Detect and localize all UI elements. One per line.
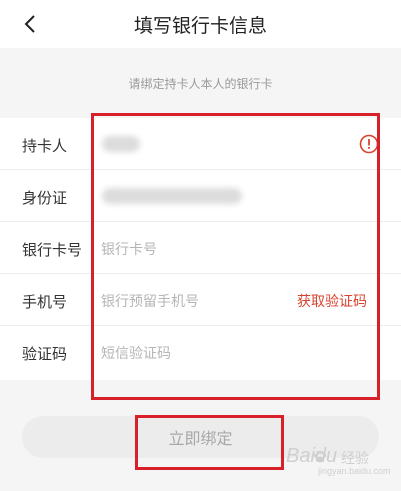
annotation-box-form (91, 113, 380, 400)
cardholder-label: 持卡人 (22, 137, 68, 155)
baidu-jingyan-watermark: Baidu 经验 jingyan.baidu.com (286, 441, 396, 481)
header: 填写银行卡信息 (0, 0, 401, 48)
phone-label: 手机号 (22, 293, 68, 311)
card-number-label: 银行卡号 (22, 241, 83, 259)
hint-band: 请绑定持卡人本人的银行卡 (0, 48, 401, 118)
verify-code-label: 验证码 (22, 345, 68, 363)
page-title: 填写银行卡信息 (133, 15, 267, 37)
bind-card-screen: 填写银行卡信息 请绑定持卡人本人的银行卡 持卡人 身份证 银行卡号 银行卡号 手… (0, 0, 401, 491)
watermark-product: 经验 (341, 451, 369, 467)
id-card-label: 身份证 (22, 189, 68, 207)
watermark-url: jingyan.baidu.com (318, 466, 391, 476)
paw-icon (313, 451, 327, 463)
annotation-box-button (135, 415, 284, 470)
hint-text: 请绑定持卡人本人的银行卡 (128, 77, 273, 91)
